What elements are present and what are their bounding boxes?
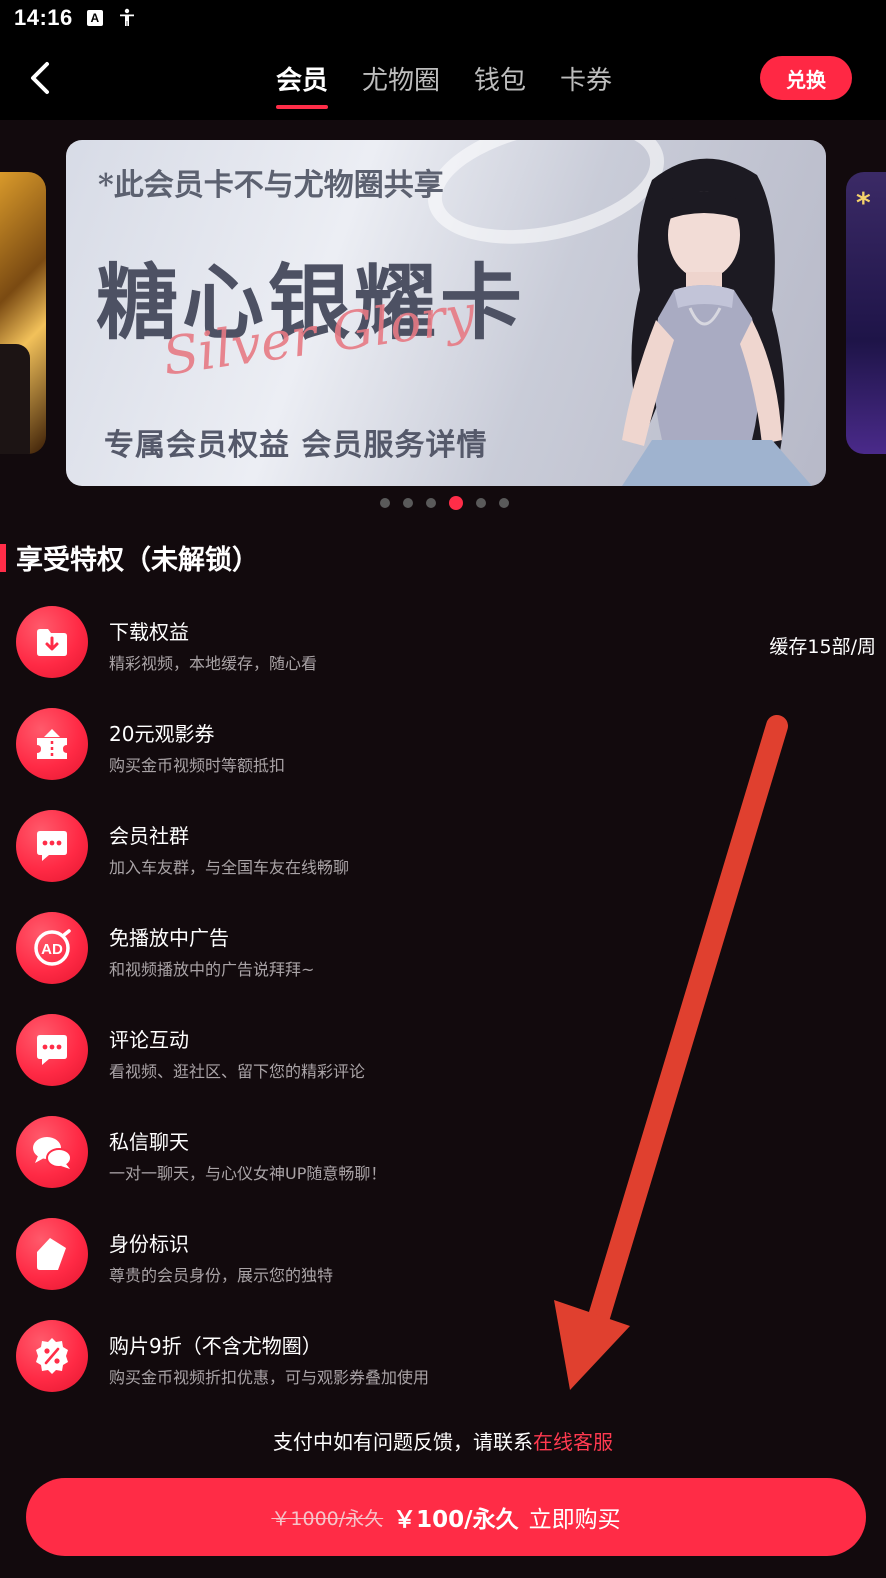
privilege-name: 下载权益 [109,620,189,644]
privilege-name: 免播放中广告 [109,926,229,950]
carousel-dot-active[interactable] [449,496,463,510]
tab-bar: 会员 尤物圈 钱包 卡券 [276,60,646,109]
privilege-name: 购片9折（不含尤物圈） [109,1334,322,1358]
tab-label: 会员 [276,66,329,96]
sale-price: ￥100/永久 [393,1507,519,1533]
status-bar: 14:16 A [0,0,886,36]
top-nav: 会员 尤物圈 钱包 卡券 兑换 [0,36,886,120]
privilege-name: 私信聊天 [109,1130,189,1154]
back-button[interactable] [22,58,58,98]
tab-membership[interactable]: 会员 [276,60,329,109]
privilege-quota: 缓存15部/周 [769,636,876,658]
download-folder-icon [16,606,88,678]
carousel-prev-card[interactable] [0,172,46,454]
privilege-desc: 一对一聊天，与心仪女神UP随意畅聊！ [109,1164,387,1183]
redeem-button[interactable]: 兑换 [760,56,852,100]
banner-note: *此会员卡不与尤物圈共享 [98,168,444,203]
carousel-dot[interactable] [499,498,509,508]
carousel-dot[interactable] [426,498,436,508]
model-photo [622,158,812,486]
carousel-next-card[interactable]: * [846,172,886,454]
chat-bubble-icon [16,810,88,882]
svg-text:AD: AD [41,941,63,958]
privilege-desc: 购买金币视频时等额抵扣 [109,756,286,775]
carousel-dot[interactable] [403,498,413,508]
privilege-desc: 尊贵的会员身份，展示您的独特 [109,1266,334,1285]
carousel-dots [380,496,509,510]
privilege-desc: 和视频播放中的广告说拜拜~ [109,960,315,979]
carousel-dot[interactable] [380,498,390,508]
privilege-item-no-ads: AD 免播放中广告 和视频播放中的广告说拜拜~ [16,912,876,988]
section-accent-bar [0,544,6,572]
banner-subtitle: 专属会员权益 会员服务详情 [104,428,488,463]
carousel-dot[interactable] [476,498,486,508]
online-support-link[interactable]: 在线客服 [533,1430,613,1454]
no-ad-icon: AD [16,912,88,984]
privilege-item-ticket: 20元观影券 购买金币视频时等额抵扣 [16,708,876,784]
privilege-item-identity: 身份标识 尊贵的会员身份，展示您的独特 [16,1218,876,1294]
support-text: 支付中如有问题反馈，请联系 [273,1430,533,1454]
comment-icon [16,1014,88,1086]
privilege-desc: 看视频、逛社区、留下您的精彩评论 [109,1062,366,1081]
ticket-icon [16,708,88,780]
tab-active-indicator [276,105,329,109]
privileges-title: 享受特权（未解锁） [16,545,259,576]
buy-now-label: 立即购买 [528,1507,621,1533]
privilege-name: 身份标识 [109,1232,189,1256]
tab-label: 卡券 [560,66,613,96]
membership-card-banner[interactable]: *此会员卡不与尤物圈共享 糖心银耀卡 Silver Glory 专属会员权益 会… [66,140,826,486]
status-time: 14:16 [14,5,73,30]
next-card-mark: * [856,186,871,219]
privilege-desc: 购买金币视频折扣优惠，可与观影券叠加使用 [109,1368,430,1387]
tab-label: 尤物圈 [362,66,441,96]
chevron-left-icon [31,62,49,94]
privilege-item-download: 下载权益 精彩视频，本地缓存，随心看 缓存15部/周 [16,606,876,682]
prev-card-figure [0,344,30,454]
privilege-name: 20元观影券 [109,722,215,746]
chat-bubbles-icon [16,1116,88,1188]
privilege-desc: 加入车友群，与全国车友在线畅聊 [109,858,350,877]
original-price: ￥1000/永久 [271,1507,384,1530]
tab-youwu-circle[interactable]: 尤物圈 [362,60,440,108]
tab-wallet[interactable]: 钱包 [474,60,526,108]
privilege-desc: 精彩视频，本地缓存，随心看 [109,654,318,673]
tab-label: 钱包 [474,66,527,96]
badge-tag-icon [16,1218,88,1290]
privilege-item-comments: 评论互动 看视频、逛社区、留下您的精彩评论 [16,1014,876,1090]
discount-icon [16,1320,88,1392]
support-line: 支付中如有问题反馈，请联系在线客服 [0,1426,886,1455]
tab-coupons[interactable]: 卡券 [560,60,612,108]
a-badge-icon: A [86,10,103,26]
privilege-item-private-chat: 私信聊天 一对一聊天，与心仪女神UP随意畅聊！ [16,1116,876,1192]
privilege-name: 评论互动 [109,1028,189,1052]
privilege-name: 会员社群 [109,824,189,848]
privilege-item-community: 会员社群 加入车友群，与全国车友在线畅聊 [16,810,876,886]
buy-now-button[interactable]: ￥1000/永久 ￥100/永久 立即购买 [26,1478,866,1556]
privilege-item-discount: 购片9折（不含尤物圈） 购买金币视频折扣优惠，可与观影券叠加使用 [16,1320,876,1396]
accessibility-icon [119,8,134,26]
